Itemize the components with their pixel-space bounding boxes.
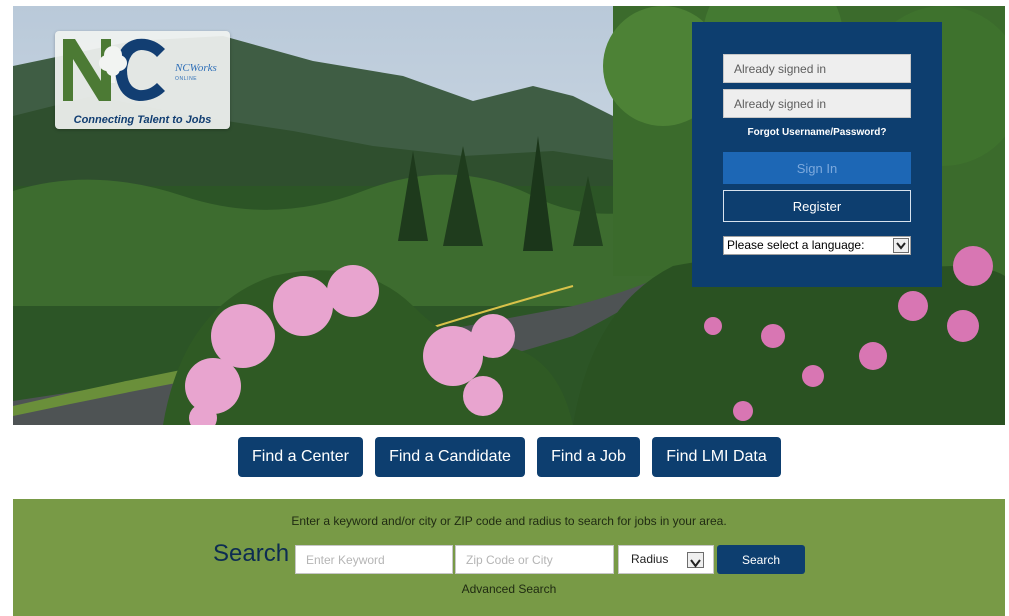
search-button[interactable]: Search [717, 545, 805, 574]
find-center-button[interactable]: Find a Center [238, 437, 363, 477]
advanced-search-link[interactable]: Advanced Search [13, 582, 1005, 596]
chevron-down-icon [893, 238, 909, 253]
find-candidate-button[interactable]: Find a Candidate [375, 437, 525, 477]
ncworks-logo[interactable]: NCWorks ONLINE Connecting Talent to Jobs [55, 31, 230, 129]
forgot-credentials-link[interactable]: Forgot Username/Password? [692, 127, 942, 138]
zip-city-input[interactable] [455, 545, 614, 574]
keyword-input[interactable] [295, 545, 453, 574]
job-search-section: Enter a keyword and/or city or ZIP code … [13, 499, 1005, 616]
nc-logo-mark [63, 38, 165, 101]
username-field[interactable] [723, 54, 911, 83]
language-select-value: Please select a language: [727, 238, 865, 252]
search-instructions: Enter a keyword and/or city or ZIP code … [291, 514, 727, 528]
login-panel: Forgot Username/Password? Sign In Regist… [692, 22, 942, 287]
find-job-button[interactable]: Find a Job [537, 437, 640, 477]
logo-brand-name: NCWorks [175, 62, 217, 74]
password-field[interactable] [723, 89, 911, 118]
search-heading: Search [213, 540, 290, 567]
sign-in-button[interactable]: Sign In [723, 152, 911, 184]
chevron-down-icon [687, 552, 704, 568]
radius-select[interactable]: Radius [618, 545, 714, 574]
logo-subbrand: ONLINE [175, 76, 198, 82]
radius-select-value: Radius [631, 552, 669, 566]
page: NCWorks ONLINE Connecting Talent to Jobs… [0, 0, 1009, 616]
language-select[interactable]: Please select a language: [723, 236, 911, 255]
find-lmi-data-button[interactable]: Find LMI Data [652, 437, 781, 477]
register-button[interactable]: Register [723, 190, 911, 222]
logo-tagline: Connecting Talent to Jobs [73, 114, 212, 126]
